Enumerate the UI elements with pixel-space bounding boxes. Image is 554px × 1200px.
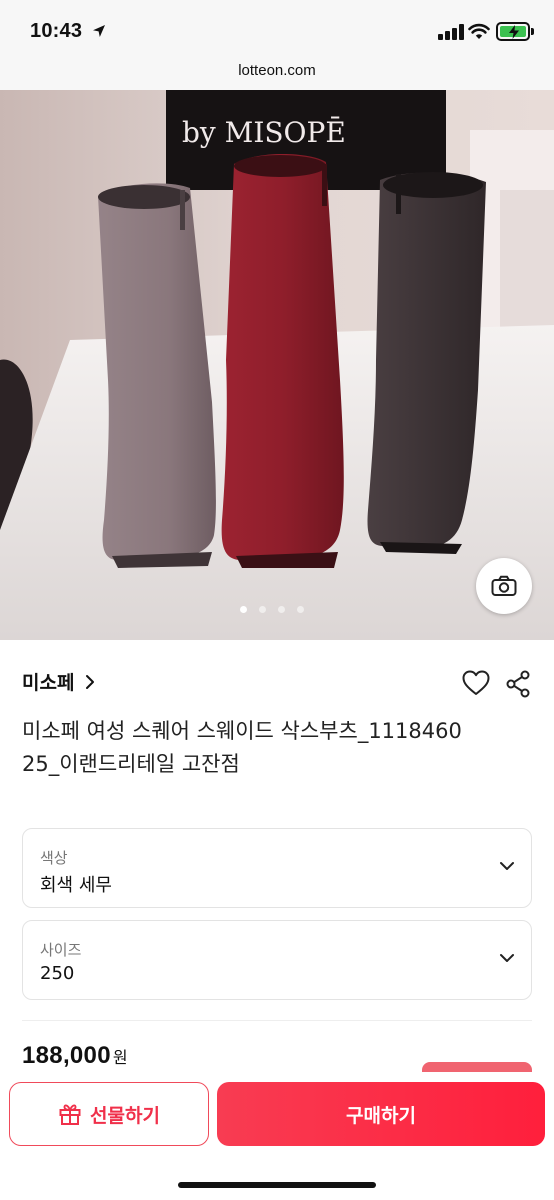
gift-button-label: 선물하기 [90,1104,160,1127]
brand-link[interactable]: 미소페 [22,668,96,695]
home-indicator[interactable] [178,1182,376,1188]
gift-button[interactable]: 선물하기 [9,1082,209,1146]
gift-icon [59,1104,81,1125]
location-arrow-icon [93,25,105,37]
product-image-carousel[interactable]: by MISOPĒ [0,90,554,640]
carousel-indicator [240,606,314,614]
battery-icon [496,22,530,41]
price: 188,000 원 [22,1042,128,1070]
chevron-down-icon [500,862,514,870]
carousel-dot[interactable] [278,606,285,613]
url-text[interactable]: lotteon.com [238,62,316,79]
carousel-dot[interactable] [259,606,266,613]
size-select[interactable]: 사이즈 250 [22,920,532,1000]
color-select[interactable]: 색상 회색 세무 [22,828,532,908]
carousel-dot[interactable] [297,606,304,613]
chevron-right-icon [86,674,95,689]
battery-cap [531,28,534,35]
image-search-button[interactable] [476,558,532,614]
address-bar[interactable]: lotteon.com [0,60,554,90]
color-select-label: 색상 [40,849,68,867]
heart-icon[interactable] [461,668,491,698]
status-time: 10:43 [30,20,83,42]
product-title: 미소페 여성 스퀘어 스웨이드 삭스부츠_111846025_이랜드리테일 고잔… [22,719,462,776]
buy-button-label: 구매하기 [346,1104,416,1127]
camera-icon [491,575,517,596]
color-select-value: 회색 세무 [40,875,112,896]
sign-text: by MISOPĒ [182,116,346,149]
chevron-down-icon [500,954,514,962]
status-bar: 10:43 [0,0,554,60]
bottom-action-bar: 선물하기 구매하기 [0,1072,554,1200]
divider [22,1020,532,1021]
price-amount: 188,000 [22,1042,111,1069]
signal-icon [438,24,464,40]
carousel-dot[interactable] [240,606,247,613]
brand-name[interactable]: 미소페 [22,668,74,695]
share-icon[interactable] [505,670,531,698]
price-unit: 원 [112,1050,128,1067]
wifi-icon [468,23,490,39]
size-select-value: 250 [40,963,75,984]
product-photo: by MISOPĒ [0,90,554,640]
size-select-label: 사이즈 [40,941,82,959]
buy-button[interactable]: 구매하기 [217,1082,545,1146]
